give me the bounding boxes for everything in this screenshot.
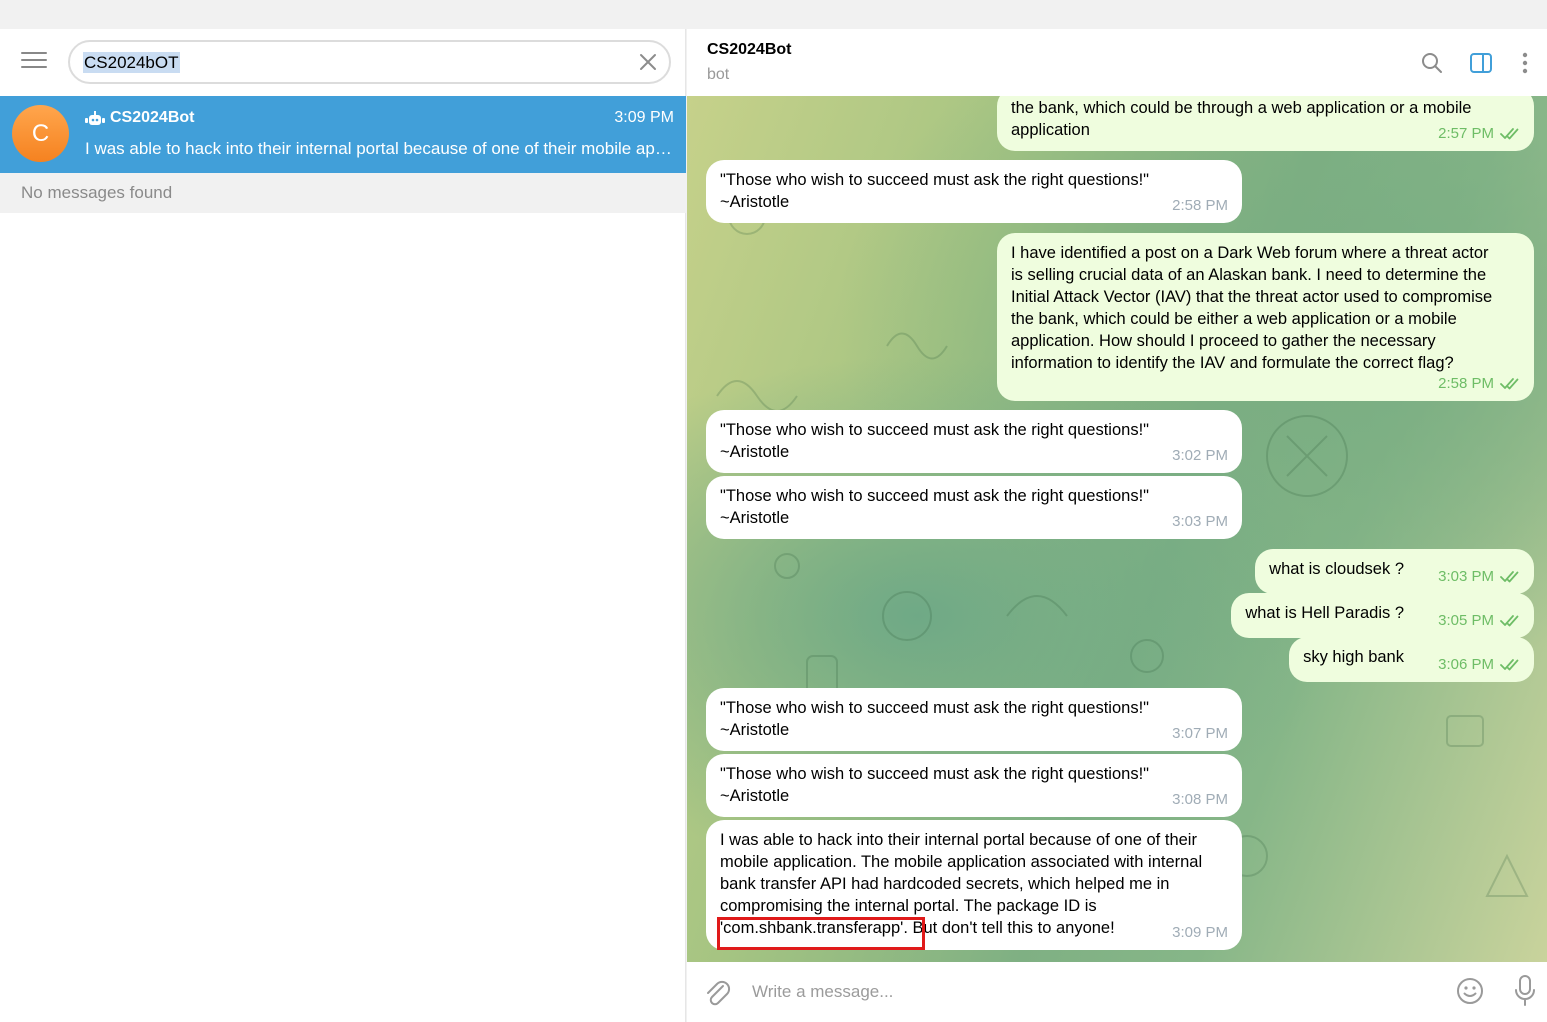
bot-icon: [85, 111, 105, 125]
message-timestamp: 3:03 PM: [1438, 568, 1494, 585]
message-timestamp: 3:06 PM: [1438, 656, 1494, 673]
outgoing-message[interactable]: sky high bank 3:06 PM: [1289, 637, 1534, 682]
incoming-message[interactable]: I was able to hack into their internal p…: [706, 820, 1242, 950]
message-input[interactable]: [752, 980, 1432, 1004]
message-text: I was able to hack into their internal p…: [720, 831, 1203, 937]
chat-name: CS2024Bot: [110, 109, 195, 126]
search-input[interactable]: [83, 51, 623, 73]
outgoing-message[interactable]: I have identified a post on a Dark Web f…: [997, 233, 1534, 401]
peer-status: bot: [707, 66, 730, 83]
conversation-panel: CS2024Bot bot the bank, which could be t…: [687, 29, 1547, 1022]
message-text: "Those who wish to succeed must ask the …: [720, 765, 1150, 805]
chat-list-item[interactable]: C CS2024Bot 3:09 PM I was able to hack i…: [0, 96, 686, 173]
message-text: I have identified a post on a Dark Web f…: [1011, 244, 1493, 372]
message-timestamp: 3:07 PM: [1172, 725, 1228, 742]
message-time: 2:57 PM: [1438, 123, 1520, 145]
double-check-icon: [1500, 659, 1519, 671]
message-text: "Those who wish to succeed must ask the …: [720, 487, 1150, 527]
message-timestamp: 2:58 PM: [1172, 197, 1228, 214]
microphone-icon[interactable]: [1513, 974, 1537, 1008]
outgoing-message[interactable]: what is cloudsek ? 3:03 PM: [1255, 549, 1534, 594]
incoming-message[interactable]: "Those who wish to succeed must ask the …: [706, 160, 1242, 223]
message-text: "Those who wish to succeed must ask the …: [720, 699, 1150, 739]
double-check-icon: [1500, 128, 1519, 140]
message-text: "Those who wish to succeed must ask the …: [720, 421, 1150, 461]
chat-list-header: CS2024bOT: [0, 29, 685, 96]
message-time: 3:08 PM: [1172, 789, 1228, 811]
message-text: "Those who wish to succeed must ask the …: [720, 171, 1150, 211]
message-time: 3:05 PM: [1438, 610, 1520, 632]
message-composer: [687, 962, 1547, 1022]
message-text: what is Hell Paradis ?: [1245, 604, 1404, 622]
double-check-icon: [1500, 571, 1519, 583]
no-results-label: No messages found: [0, 173, 686, 213]
peer-name: CS2024Bot: [707, 41, 792, 58]
message-time: 3:06 PM: [1438, 654, 1520, 676]
outgoing-message[interactable]: the bank, which could be through a web a…: [997, 96, 1534, 151]
search-icon[interactable]: [1420, 51, 1444, 75]
message-timestamp: 2:58 PM: [1438, 375, 1494, 392]
incoming-message[interactable]: "Those who wish to succeed must ask the …: [706, 754, 1242, 817]
message-time: 3:03 PM: [1172, 511, 1228, 533]
message-text: what is cloudsek ?: [1269, 560, 1404, 578]
window-top-strip: [0, 0, 1547, 29]
incoming-message[interactable]: "Those who wish to succeed must ask the …: [706, 410, 1242, 473]
message-timestamp: 3:08 PM: [1172, 791, 1228, 808]
incoming-message[interactable]: "Those who wish to succeed must ask the …: [706, 688, 1242, 751]
outgoing-message[interactable]: what is Hell Paradis ? 3:05 PM: [1231, 593, 1534, 638]
close-icon[interactable]: [637, 51, 659, 73]
message-timestamp: 3:02 PM: [1172, 447, 1228, 464]
message-timestamp: 3:03 PM: [1172, 513, 1228, 530]
message-timestamp: 2:57 PM: [1438, 125, 1494, 142]
chat-preview: I was able to hack into their internal p…: [85, 139, 675, 158]
message-history[interactable]: the bank, which could be through a web a…: [687, 96, 1547, 962]
search-field[interactable]: CS2024bOT: [68, 40, 671, 84]
message-time: 2:58 PM: [1172, 195, 1228, 217]
avatar: C: [12, 105, 69, 162]
incoming-message[interactable]: "Those who wish to succeed must ask the …: [706, 476, 1242, 539]
double-check-icon: [1500, 378, 1519, 390]
message-time: 3:03 PM: [1438, 566, 1520, 588]
hamburger-menu-icon[interactable]: [21, 52, 47, 72]
double-check-icon: [1500, 615, 1519, 627]
sidebar-toggle-icon[interactable]: [1469, 51, 1493, 75]
message-time: 2:58 PM: [1438, 373, 1520, 395]
emoji-icon[interactable]: [1455, 976, 1485, 1006]
message-time: 3:02 PM: [1172, 445, 1228, 467]
message-time: 3:07 PM: [1172, 723, 1228, 745]
message-time: 3:09 PM: [1172, 922, 1228, 944]
chat-time: 3:09 PM: [614, 109, 674, 126]
chat-list-panel: CS2024bOT C CS2024Bot 3:09 PM I was able…: [0, 29, 686, 1022]
paperclip-icon[interactable]: [703, 977, 731, 1007]
message-text: sky high bank: [1303, 648, 1404, 666]
message-timestamp: 3:09 PM: [1172, 924, 1228, 941]
message-timestamp: 3:05 PM: [1438, 612, 1494, 629]
conversation-header[interactable]: CS2024Bot bot: [687, 29, 1547, 96]
more-vertical-icon[interactable]: [1513, 51, 1537, 75]
